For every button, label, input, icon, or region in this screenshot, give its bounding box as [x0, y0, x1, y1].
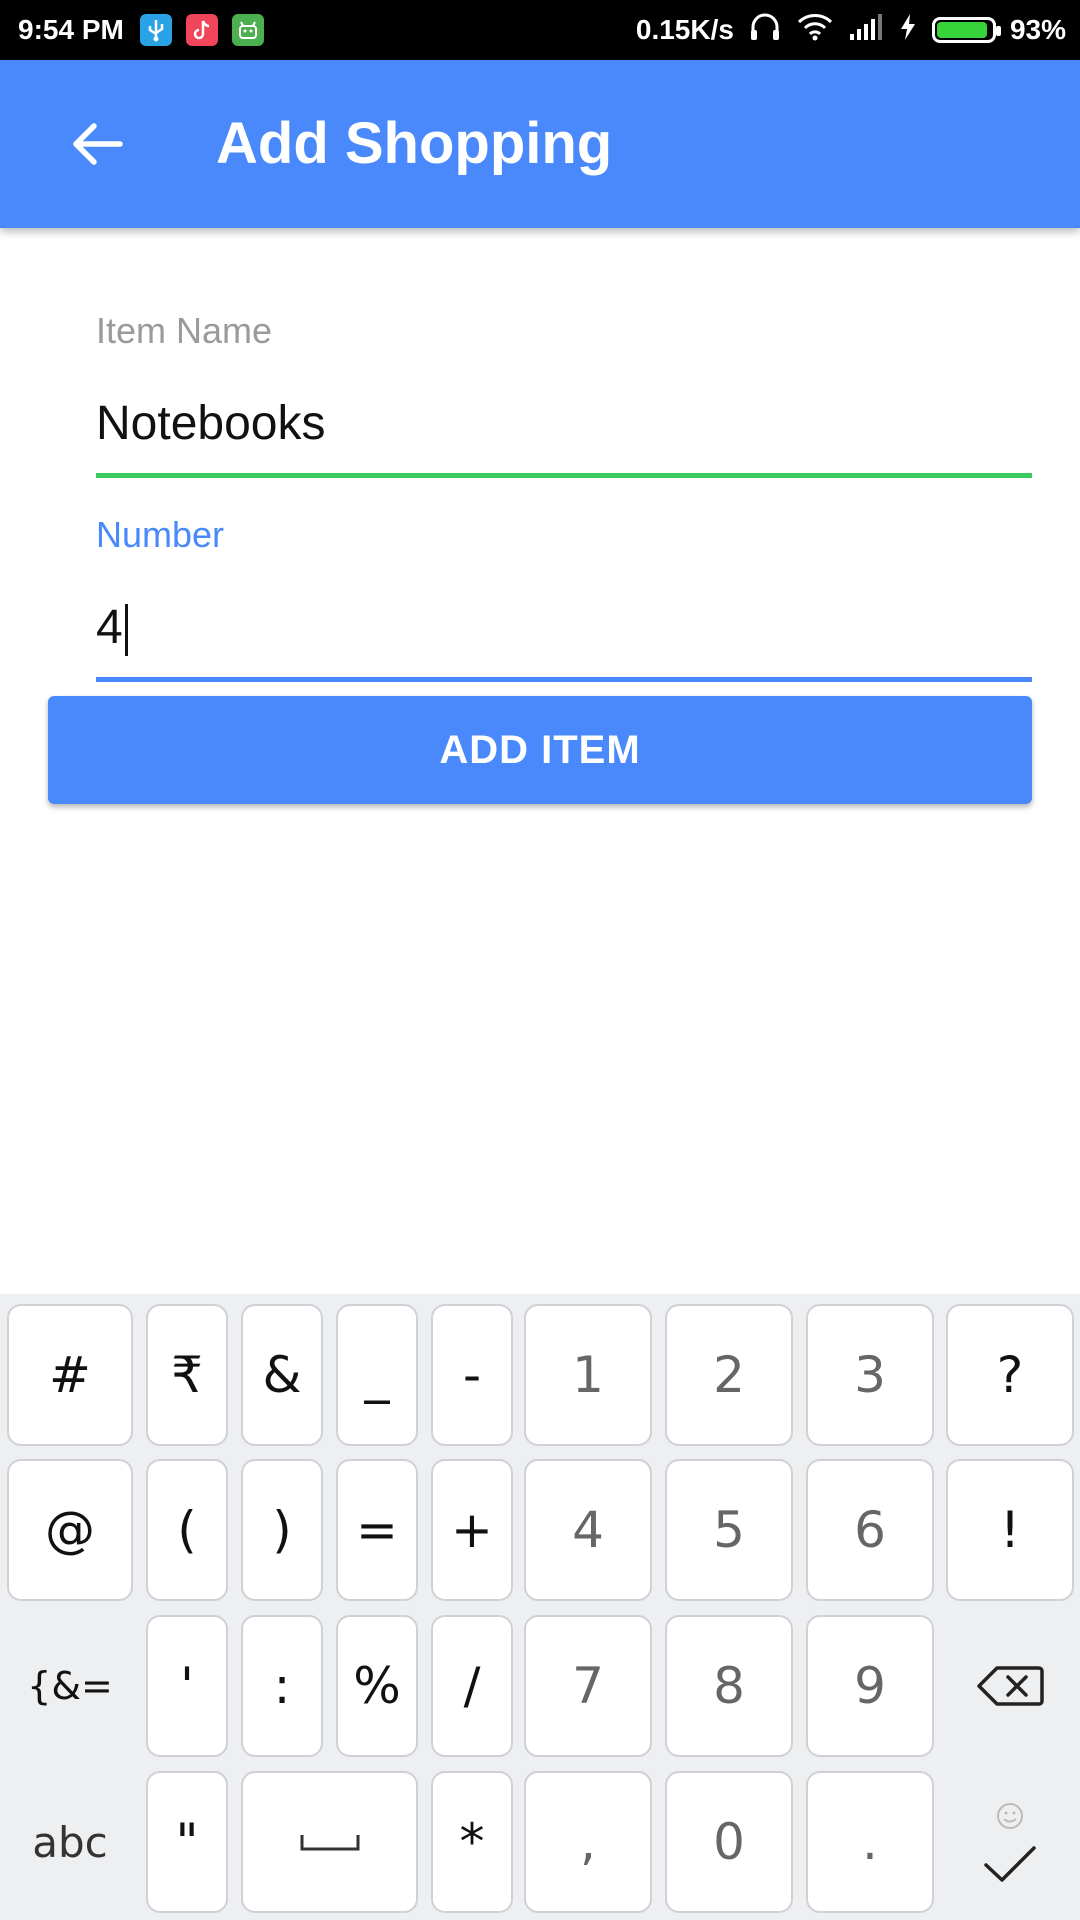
key-period[interactable]: .: [806, 1771, 934, 1913]
key-plus[interactable]: +: [431, 1459, 513, 1601]
key-rupee[interactable]: ₹: [146, 1304, 228, 1446]
key-abc[interactable]: abc: [7, 1771, 133, 1913]
net-speed: 0.15K/s: [635, 14, 734, 45]
key-1[interactable]: 1: [524, 1304, 652, 1446]
backspace-icon[interactable]: [946, 1615, 1074, 1757]
signal-icon: [848, 12, 884, 49]
key-hyphen[interactable]: -: [431, 1304, 513, 1446]
keyboard: # ₹ & _ - 1 2 3 ? @ ( ) = + 4 5 6 ! {&= …: [0, 1294, 1080, 1920]
key-9[interactable]: 9: [806, 1615, 934, 1757]
key-exclamation[interactable]: !: [946, 1459, 1074, 1601]
key-0[interactable]: 0: [665, 1771, 793, 1913]
item-name-field[interactable]: Item Name Notebooks: [96, 310, 1032, 480]
headphones-icon: [748, 10, 782, 51]
usb-icon: [139, 14, 172, 46]
item-name-underline: [96, 473, 1032, 478]
key-underscore[interactable]: _: [336, 1304, 418, 1446]
key-open-paren[interactable]: (: [146, 1459, 228, 1601]
android-icon: [231, 14, 264, 46]
text-cursor: [124, 604, 128, 657]
wifi-icon: [796, 12, 834, 49]
status-time: 9:54 PM: [18, 14, 124, 45]
number-value: 4: [96, 601, 123, 654]
key-quote[interactable]: ": [146, 1771, 228, 1913]
key-slash[interactable]: /: [431, 1615, 513, 1757]
number-underline: [96, 677, 1032, 682]
number-label: Number: [96, 514, 225, 555]
status-bar: 9:54 PM 0.15K/s 93%: [0, 0, 1080, 60]
key-close-paren[interactable]: ): [241, 1459, 323, 1601]
checkmark-icon: [984, 1846, 1036, 1882]
key-ampersand[interactable]: &: [241, 1304, 323, 1446]
key-8[interactable]: 8: [665, 1615, 793, 1757]
key-apostrophe[interactable]: ': [146, 1615, 228, 1757]
key-equals[interactable]: =: [336, 1459, 418, 1601]
emoji-icon: [997, 1803, 1023, 1829]
arrow-left-icon[interactable]: [60, 108, 132, 180]
key-2[interactable]: 2: [665, 1304, 793, 1446]
key-6[interactable]: 6: [806, 1459, 934, 1601]
key-7[interactable]: 7: [524, 1615, 652, 1757]
key-comma[interactable]: ,: [524, 1771, 652, 1913]
key-hash[interactable]: #: [7, 1304, 133, 1446]
key-colon[interactable]: :: [241, 1615, 323, 1757]
number-input[interactable]: 4: [96, 600, 128, 657]
key-percent[interactable]: %: [336, 1615, 418, 1757]
key-5[interactable]: 5: [665, 1459, 793, 1601]
battery-icon: [931, 17, 1001, 43]
item-name-input[interactable]: Notebooks: [96, 396, 325, 451]
key-symbols-toggle[interactable]: {&=: [7, 1615, 133, 1757]
app-bar: Add Shopping: [0, 60, 1080, 228]
done-key[interactable]: [946, 1771, 1074, 1913]
add-item-button[interactable]: ADD ITEM: [48, 696, 1032, 804]
charging-icon: [898, 12, 918, 49]
key-at[interactable]: @: [7, 1459, 133, 1601]
key-asterisk[interactable]: *: [431, 1771, 513, 1913]
key-question[interactable]: ?: [946, 1304, 1074, 1446]
tiktok-icon: [185, 14, 218, 46]
page-title: Add Shopping: [216, 111, 613, 176]
number-field[interactable]: Number 4: [96, 514, 1032, 684]
key-4[interactable]: 4: [524, 1459, 652, 1601]
space-key[interactable]: [241, 1771, 418, 1913]
key-3[interactable]: 3: [806, 1304, 934, 1446]
battery-percent: 93%: [1009, 14, 1066, 45]
item-name-label: Item Name: [96, 310, 273, 351]
status-right: 0.15K/s 93%: [636, 0, 1066, 60]
